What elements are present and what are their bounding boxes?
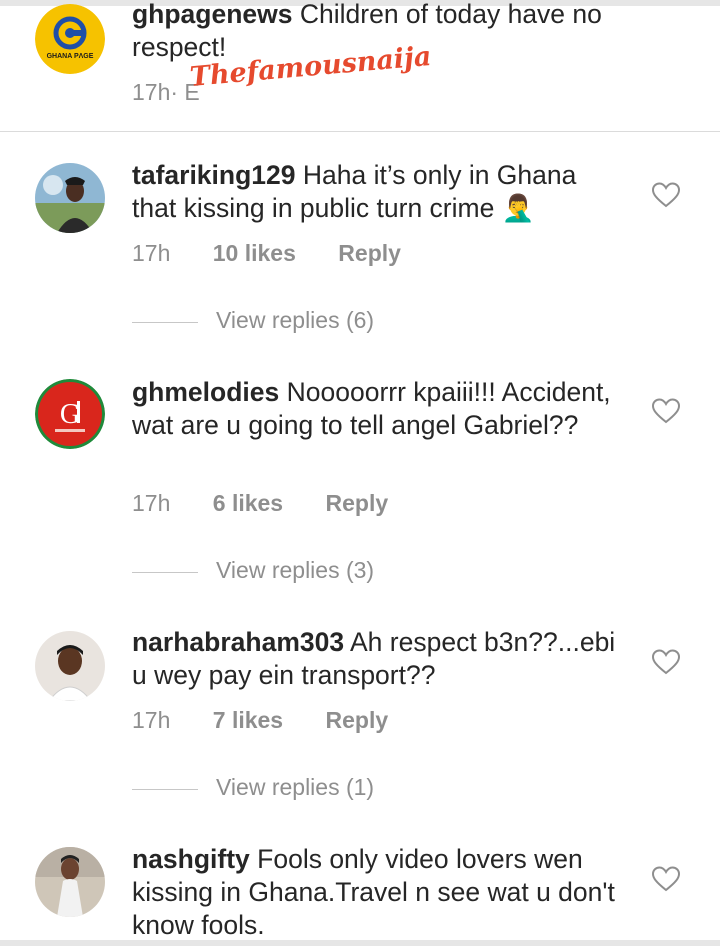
comment-text: nashgifty Fools only video lovers wen ki… <box>132 843 627 942</box>
avatar-user-photo-icon[interactable] <box>35 631 105 701</box>
view-replies-label[interactable]: View replies (6) <box>216 307 374 334</box>
like-heart-icon[interactable] <box>652 649 680 675</box>
reply-button[interactable]: Reply <box>338 240 401 267</box>
like-heart-icon[interactable] <box>652 398 680 424</box>
reply-button[interactable]: Reply <box>326 707 389 734</box>
comment-username[interactable]: tafariking129 <box>132 160 296 190</box>
like-heart-icon[interactable] <box>652 182 680 208</box>
view-replies[interactable]: View replies (6) <box>132 307 432 337</box>
avatar-gh-melodies-logo-icon[interactable]: G <box>35 379 105 449</box>
comment-meta: 17h 7 likes Reply <box>132 707 388 734</box>
likes-count[interactable]: 7 likes <box>213 707 283 734</box>
comment-meta: 17h 10 likes Reply <box>132 240 401 267</box>
view-replies[interactable]: View replies (1) <box>132 774 432 804</box>
view-replies-line <box>132 322 198 323</box>
reply-button[interactable]: Reply <box>326 490 389 517</box>
comment-text: ghmelodies Nooooorrr kpaiii!!! Accident,… <box>132 376 627 442</box>
divider <box>0 131 720 132</box>
avatar-label: GHANA PɅGE <box>47 53 94 60</box>
comment-username[interactable]: ghmelodies <box>132 377 279 407</box>
likes-count[interactable]: 10 likes <box>213 240 296 267</box>
view-replies-line <box>132 789 198 790</box>
comment-time: 17h <box>132 79 171 105</box>
view-replies-line <box>132 572 198 573</box>
comment-time: 17h <box>132 490 171 516</box>
likes-count[interactable]: 6 likes <box>213 490 283 517</box>
comment-time: 17h <box>132 240 171 266</box>
avatar-ghana-page-logo-icon[interactable]: GHANA PɅGE <box>35 4 105 74</box>
view-replies-label[interactable]: View replies (3) <box>216 557 374 584</box>
comment-username[interactable]: narhabraham303 <box>132 627 344 657</box>
comment-meta: 17h 6 likes Reply <box>132 490 388 517</box>
avatar-user-photo-icon[interactable] <box>35 847 105 917</box>
comment-text: narhabraham303 Ah respect b3n??...ebi u … <box>132 626 627 692</box>
like-heart-icon[interactable] <box>652 866 680 892</box>
comment-username[interactable]: nashgifty <box>132 844 250 874</box>
comment-text: tafariking129 Haha it’s only in Ghana th… <box>132 159 627 225</box>
comment-time: 17h <box>132 707 171 733</box>
avatar-user-photo-icon[interactable] <box>35 163 105 233</box>
view-replies[interactable]: View replies (3) <box>132 557 432 587</box>
comment-username[interactable]: ghpagenews <box>132 0 293 29</box>
bottom-border <box>0 940 720 946</box>
view-replies-label[interactable]: View replies (1) <box>216 774 374 801</box>
